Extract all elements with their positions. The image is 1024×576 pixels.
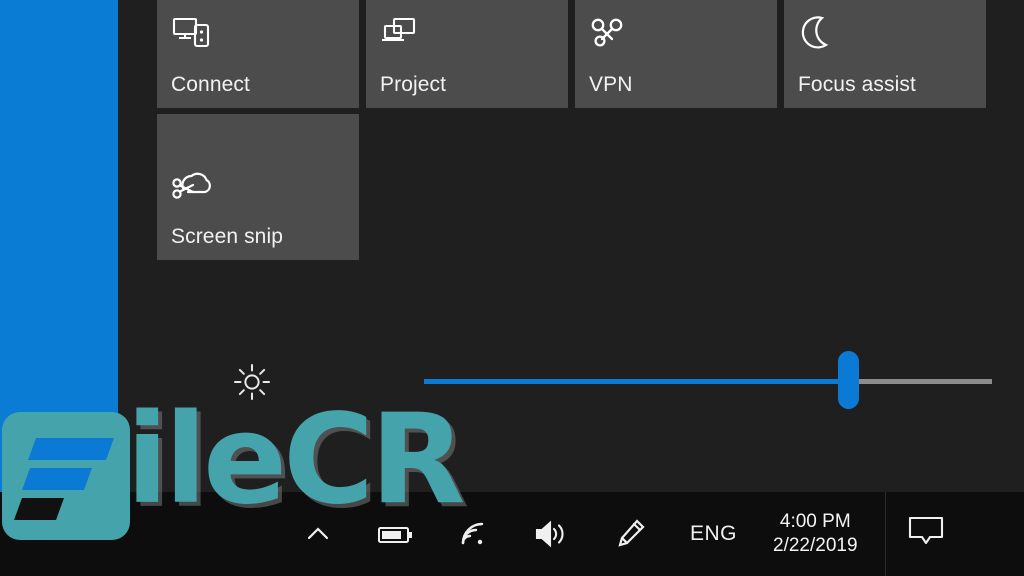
pen-icon[interactable] xyxy=(604,508,656,560)
quick-action-label: VPN xyxy=(589,73,633,96)
speaker-icon[interactable] xyxy=(526,508,578,560)
connect-icon xyxy=(171,14,215,54)
scissors-icon xyxy=(171,166,215,206)
taskbar-left-segment xyxy=(0,492,118,576)
brightness-slider[interactable] xyxy=(424,351,992,409)
project-icon xyxy=(380,14,424,54)
battery-icon[interactable] xyxy=(370,508,422,560)
taskbar: ENG 4:00 PM 2/22/2019 xyxy=(118,492,1024,576)
quick-action-tile-focus-assist[interactable]: Focus assist xyxy=(784,0,986,108)
vpn-icon xyxy=(589,14,633,54)
quick-action-tile-connect[interactable]: Connect xyxy=(157,0,359,108)
language-indicator[interactable]: ENG xyxy=(690,522,737,546)
quick-action-label: Project xyxy=(380,73,447,96)
clock-date: 2/22/2019 xyxy=(773,535,858,556)
wifi-icon[interactable] xyxy=(448,508,500,560)
action-center-button[interactable] xyxy=(886,492,966,576)
slider-fill xyxy=(424,379,849,384)
brightness-slider-row xyxy=(230,351,1000,409)
desktop-wallpaper-strip xyxy=(0,0,118,492)
clock[interactable]: 4:00 PM 2/22/2019 xyxy=(773,510,858,559)
action-center-panel: Connect Project VPN Focus assist Screen … xyxy=(118,0,1024,492)
quick-action-tile-screen-snip[interactable]: Screen snip xyxy=(157,114,359,260)
system-tray xyxy=(292,508,656,560)
slider-thumb[interactable] xyxy=(838,351,859,409)
quick-action-tile-project[interactable]: Project xyxy=(366,0,568,108)
action-center-icon xyxy=(904,512,948,557)
quick-action-tile-vpn[interactable]: VPN xyxy=(575,0,777,108)
moon-icon xyxy=(798,14,842,54)
quick-actions-grid: Connect Project VPN Focus assist Screen … xyxy=(157,0,995,260)
quick-action-label: Screen snip xyxy=(171,225,283,248)
quick-action-label: Connect xyxy=(171,73,250,96)
chevron-up-icon[interactable] xyxy=(292,508,344,560)
brightness-icon xyxy=(230,360,274,404)
clock-time: 4:00 PM xyxy=(779,510,851,532)
quick-action-label: Focus assist xyxy=(798,73,916,96)
